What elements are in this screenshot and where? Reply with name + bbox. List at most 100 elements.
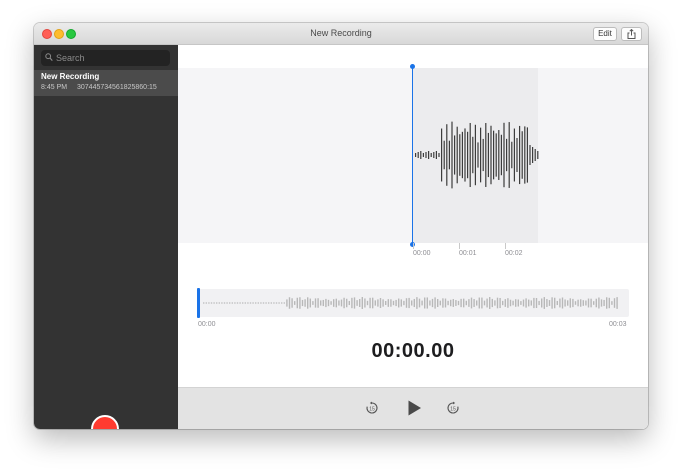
overview-waveform-bar <box>218 302 220 304</box>
waveform-bar <box>433 152 435 158</box>
overview-waveform-bar <box>411 300 413 306</box>
overview-waveform-bar <box>447 300 449 306</box>
search-field[interactable]: Search <box>41 50 170 66</box>
overview-waveform-bar <box>403 300 405 306</box>
playhead[interactable] <box>412 66 413 244</box>
overview-waveform-bar <box>541 298 543 308</box>
waveform-bar <box>519 125 521 185</box>
overview-waveform-bar <box>330 301 332 305</box>
waveform-bar <box>529 145 531 165</box>
overview-waveform-bar <box>229 302 231 304</box>
overview-waveform-bar <box>208 302 210 304</box>
overview-waveform-bar <box>582 300 584 306</box>
waveform-bar <box>435 151 437 159</box>
overview-waveform-bar <box>515 299 517 307</box>
waveform-bar <box>534 149 536 161</box>
overview-waveform-bar <box>494 300 496 306</box>
overview-waveform-bar <box>351 297 353 309</box>
playhead-top-handle[interactable] <box>410 64 415 69</box>
overview-waveform-bar <box>452 299 454 307</box>
overview-waveform-bar <box>252 302 254 304</box>
waveform-overview[interactable] <box>197 288 629 318</box>
overview-waveform-bar <box>468 299 470 307</box>
overview-waveform-bar <box>226 302 228 304</box>
overview-waveform-bar <box>546 299 548 307</box>
overview-waveform-bar <box>325 298 327 308</box>
skip-forward-15-button[interactable]: 15 <box>446 401 460 415</box>
overview-waveform-bar <box>611 301 613 305</box>
overview-waveform-bar <box>504 299 506 307</box>
overview-waveform-bar <box>335 298 337 308</box>
overview-waveform-bar <box>205 302 207 304</box>
overview-waveform-bar <box>221 302 223 304</box>
overview-waveform-bar <box>398 298 400 308</box>
overview-waveform-bar <box>530 300 532 306</box>
overview-waveform-bar <box>333 299 335 307</box>
overview-start-time: 00:00 <box>198 321 216 328</box>
waveform-bar <box>472 136 474 174</box>
overview-waveform-bar <box>234 302 236 304</box>
overview-waveform-bar <box>294 301 296 305</box>
overview-waveform-bar <box>538 300 540 306</box>
overview-waveform-bar <box>593 301 595 305</box>
overview-waveform-bar <box>572 298 574 308</box>
overview-waveform-bar <box>556 300 558 306</box>
overview-waveform-bar <box>476 300 478 306</box>
overview-playhead[interactable] <box>197 288 200 318</box>
overview-waveform-bar <box>338 300 340 306</box>
overview-waveform-bar <box>434 297 436 309</box>
overview-waveform-bar <box>580 299 582 307</box>
waveform-bar <box>521 131 523 179</box>
overview-waveform-bar <box>405 298 408 308</box>
window-title: New Recording <box>310 28 372 38</box>
overview-waveform-bar <box>499 297 501 309</box>
overview-waveform-bar <box>382 299 384 307</box>
waveform-bar <box>511 141 513 169</box>
overview-waveform-bar <box>385 301 387 305</box>
overview-waveform-bar <box>512 300 514 306</box>
play-button[interactable] <box>405 399 423 417</box>
waveform-bar <box>524 126 526 184</box>
waveform-bar <box>480 127 482 183</box>
skip-back-15-button[interactable]: 15 <box>365 401 379 415</box>
waveform-bar <box>467 131 469 179</box>
time-tick <box>505 243 506 249</box>
edit-button[interactable]: Edit <box>593 27 617 41</box>
overview-waveform-bar <box>265 302 267 304</box>
waveform-detail[interactable] <box>178 68 648 243</box>
overview-waveform-bar <box>260 302 262 304</box>
recording-time: 8:45 PM <box>41 84 68 91</box>
playback-controls: 15 15 <box>178 387 648 429</box>
overview-waveform-bar <box>304 299 306 307</box>
share-button[interactable] <box>621 27 642 41</box>
overview-waveform-bar <box>606 297 608 309</box>
waveform-bar <box>487 132 489 178</box>
overview-waveform-bar <box>374 300 376 306</box>
overview-waveform-bar <box>249 302 252 304</box>
overview-waveform-bar <box>327 299 330 307</box>
record-button[interactable] <box>91 415 119 429</box>
waveform-bar <box>459 134 461 176</box>
waveform-bar <box>456 126 458 184</box>
overview-waveform-bar <box>426 297 428 309</box>
overview-waveform-bar <box>551 297 553 309</box>
overview-waveform-bar <box>210 302 213 304</box>
overview-waveform-bar <box>366 300 369 306</box>
overview-waveform-bar <box>239 302 241 304</box>
overview-waveform-bar <box>307 297 309 309</box>
waveform-bar <box>415 153 417 157</box>
time-tick-label: 00:01 <box>459 250 477 257</box>
overview-waveform-bar <box>587 298 590 308</box>
overview-waveform-bar <box>257 302 259 304</box>
overview-waveform-bar <box>356 300 358 306</box>
overview-waveform-bar <box>567 300 569 306</box>
overview-waveform-bar <box>486 298 488 308</box>
overview-waveform-bar <box>429 300 431 306</box>
waveform-bar <box>477 142 479 168</box>
overview-waveform-bar <box>273 302 275 304</box>
main-panel: 00:00 00:01 00:02 00:00 00:03 00:00.00 1… <box>178 45 648 429</box>
overview-waveform-bar <box>465 300 467 306</box>
overview-waveform-bar <box>478 297 480 309</box>
overview-waveform-bar <box>520 301 522 305</box>
recording-list-item[interactable]: New Recording 8:45 PM 3074457345618258​6… <box>34 70 178 96</box>
